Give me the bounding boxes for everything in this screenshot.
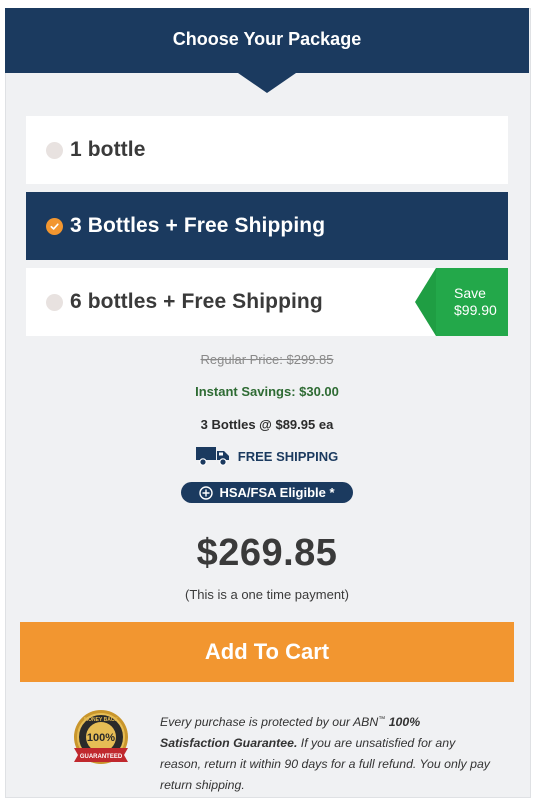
radio-checked-icon[interactable] xyxy=(46,217,63,235)
save-badge: Save $99.90 xyxy=(436,268,508,336)
total-price: $269.85 xyxy=(196,532,338,574)
guarantee-intro: Every purchase is protected by our ABN xyxy=(160,715,379,730)
radio-unchecked-icon[interactable] xyxy=(46,293,63,311)
save-badge-line1: Save xyxy=(454,285,486,301)
header-notch xyxy=(238,73,296,93)
payment-note: (This is a one time payment) xyxy=(184,587,349,602)
option-label: 6 bottles + Free Shipping xyxy=(70,290,323,313)
hsa-fsa-label: HSA/FSA Eligible * xyxy=(219,485,335,500)
badge-center-text: 100% xyxy=(87,732,115,744)
package-option-1-bottle[interactable]: 1 bottle xyxy=(26,116,508,184)
package-option-3-bottles[interactable]: 3 Bottles + Free Shipping xyxy=(26,192,508,260)
trademark-mark: ™ xyxy=(378,716,386,723)
add-to-cart-button[interactable]: Add To Cart xyxy=(20,622,514,682)
regular-price: Regular Price: $299.85 xyxy=(200,352,334,367)
free-shipping-label: FREE SHIPPING xyxy=(237,448,339,464)
badge-banner-text: GUARANTEED xyxy=(80,754,123,760)
header-title: Choose Your Package xyxy=(172,29,362,49)
save-badge-arrow xyxy=(415,268,436,336)
free-shipping-row: FREE SHIPPING xyxy=(0,445,534,467)
package-option-6-bottles[interactable]: 6 bottles + Free Shipping Save $99.90 xyxy=(26,268,508,336)
option-label: 3 Bottles + Free Shipping xyxy=(70,214,326,237)
package-header: Choose Your Package xyxy=(5,8,529,73)
guarantee-text: Every purchase is protected by our ABN™ … xyxy=(160,709,490,796)
money-back-guarantee-badge: MONEY BACK 100% GUARANTEED xyxy=(68,708,134,770)
save-badge-line2: $99.90 xyxy=(454,302,497,318)
radio-unchecked-icon[interactable] xyxy=(46,141,63,159)
per-bottle-price: 3 Bottles @ $89.95 ea xyxy=(200,417,334,432)
instant-savings: Instant Savings: $30.00 xyxy=(195,384,339,399)
hsa-fsa-badge: HSA/FSA Eligible * xyxy=(181,482,353,503)
truck-icon xyxy=(195,447,229,466)
option-label: 1 bottle xyxy=(70,138,146,161)
medical-cross-icon xyxy=(199,485,214,500)
badge-top-text: MONEY BACK xyxy=(84,717,118,723)
